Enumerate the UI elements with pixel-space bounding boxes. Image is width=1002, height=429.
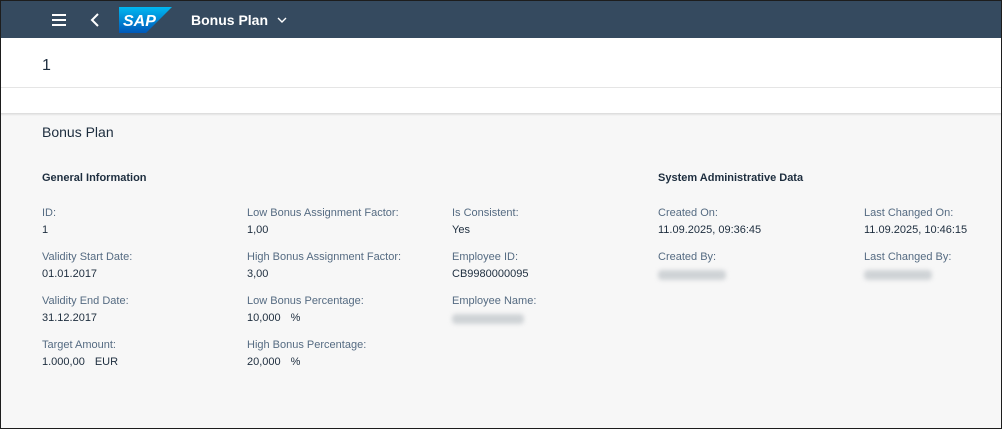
field-value: CB9980000095 <box>452 268 529 280</box>
general-information-title: General Information <box>42 172 147 184</box>
field-label: Is Consistent: <box>452 207 519 219</box>
field-label: Low Bonus Assignment Factor: <box>247 207 399 219</box>
field-label: Created By: <box>658 251 717 263</box>
field-created-on: Created On: 11.09.2025, 09:36:45 <box>658 207 848 237</box>
app-title: Bonus Plan <box>191 11 269 28</box>
field-value: 31.12.2017 <box>42 312 98 324</box>
object-title: 1 <box>42 57 51 74</box>
redacted-value <box>864 270 932 280</box>
field-label: ID: <box>42 207 57 219</box>
field-value: 20,000 <box>247 356 281 368</box>
field-unit: % <box>290 356 301 368</box>
field-value: 11.09.2025, 09:36:45 <box>658 224 762 236</box>
app-title-menu[interactable]: Bonus Plan <box>191 1 288 38</box>
redacted-value <box>658 270 726 280</box>
field-value: 1,00 <box>247 224 269 236</box>
field-value: 1.000,00 <box>42 356 85 368</box>
field-is-consistent: Is Consistent: Yes <box>452 207 642 237</box>
field-unit: % <box>290 312 301 324</box>
hamburger-icon[interactable] <box>49 10 69 30</box>
app-frame: SAP Bonus Plan 1 Bonus Plan General Info… <box>0 0 1002 429</box>
field-employee-id: Employee ID: CB9980000095 <box>452 251 642 281</box>
field-label: Last Changed On: <box>864 207 954 219</box>
field-value: 3,00 <box>247 268 269 280</box>
field-value-with-unit: 1.000,00 EUR <box>42 356 232 369</box>
field-last-changed-by: Last Changed By: <box>864 251 994 285</box>
field-low-bonus-factor: Low Bonus Assignment Factor: 1,00 <box>247 207 437 237</box>
chevron-down-icon <box>277 17 287 23</box>
header-shadow <box>1 113 1001 116</box>
system-admin-title: System Administrative Data <box>658 172 804 184</box>
field-id: ID: 1 <box>42 207 232 237</box>
field-label: Created On: <box>658 207 718 219</box>
field-target-amount: Target Amount: 1.000,00 EUR <box>42 339 232 369</box>
field-employee-name: Employee Name: <box>452 295 642 329</box>
redacted-value <box>452 314 524 324</box>
field-label: High Bonus Assignment Factor: <box>247 251 402 263</box>
field-label: Validity End Date: <box>42 295 129 307</box>
field-unit: EUR <box>94 356 119 368</box>
field-validity-start: Validity Start Date: 01.01.2017 <box>42 251 232 281</box>
field-value-with-unit: 20,000% <box>247 356 437 369</box>
sap-logo-text: SAP <box>123 13 156 30</box>
field-value: Yes <box>452 224 470 236</box>
field-last-changed-on: Last Changed On: 11.09.2025, 10:46:15 <box>864 207 994 237</box>
field-value: 11.09.2025, 10:46:15 <box>864 224 968 236</box>
field-value-with-unit: 10,000% <box>247 312 437 325</box>
sap-logo: SAP <box>119 7 172 33</box>
field-label: Employee ID: <box>452 251 519 263</box>
shell-bar: SAP Bonus Plan <box>1 1 1001 38</box>
field-label: Last Changed By: <box>864 251 952 263</box>
field-validity-end: Validity End Date: 31.12.2017 <box>42 295 232 325</box>
field-low-bonus-percentage: Low Bonus Percentage: 10,000% <box>247 295 437 325</box>
field-label: Validity Start Date: <box>42 251 133 263</box>
field-created-by: Created By: <box>658 251 848 285</box>
field-label: Low Bonus Percentage: <box>247 295 364 307</box>
field-value: 01.01.2017 <box>42 268 98 280</box>
field-value: 1 <box>42 224 49 236</box>
section-title: Bonus Plan <box>42 124 114 140</box>
field-label: Target Amount: <box>42 339 116 351</box>
object-header: 1 <box>1 38 1001 113</box>
field-high-bonus-percentage: High Bonus Percentage: 20,000% <box>247 339 437 369</box>
header-divider <box>1 87 1001 88</box>
field-label: High Bonus Percentage: <box>247 339 367 351</box>
field-label: Employee Name: <box>452 295 537 307</box>
back-chevron-icon[interactable] <box>87 10 103 30</box>
field-high-bonus-factor: High Bonus Assignment Factor: 3,00 <box>247 251 437 281</box>
field-value: 10,000 <box>247 312 281 324</box>
